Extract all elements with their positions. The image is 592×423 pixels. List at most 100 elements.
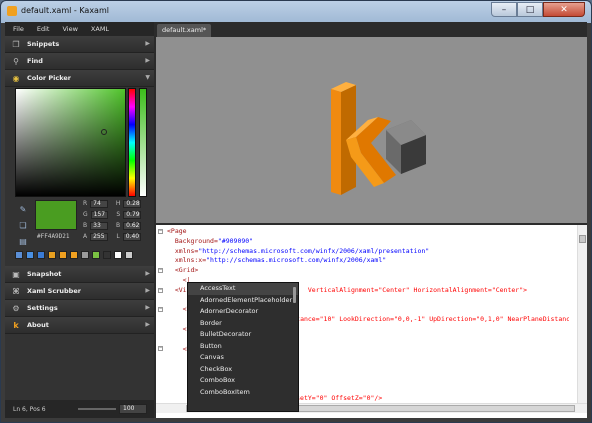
eyedropper-icon[interactable]: ✎ <box>17 203 29 215</box>
selected-color-swatch <box>35 200 77 230</box>
saturation-brightness-picker[interactable] <box>15 88 126 197</box>
left-panel: File Edit View XAML ❐ Snippets ▶ ⚲ Find … <box>5 22 154 418</box>
client-area: File Edit View XAML ❐ Snippets ▶ ⚲ Find … <box>5 22 587 418</box>
autocomplete-item[interactable]: AccessText <box>188 283 298 295</box>
close-button[interactable]: ✕ <box>543 2 585 17</box>
kaxaml-k-icon: k <box>13 320 19 330</box>
autocomplete-item[interactable]: Button <box>188 341 298 353</box>
camera-icon: ▣ <box>12 269 20 279</box>
autocomplete-item[interactable]: AdornedElementPlaceholder <box>188 295 298 307</box>
expand-arrow-icon: ▶ <box>145 270 150 277</box>
menu-view[interactable]: View <box>62 25 77 33</box>
scrubber-icon: ⌘ <box>12 286 20 296</box>
picker-handle[interactable] <box>101 129 107 135</box>
snippets-icon: ❐ <box>12 39 20 49</box>
popup-scroll-thumb[interactable] <box>293 287 296 303</box>
expand-arrow-icon: ▶ <box>145 57 150 64</box>
autocomplete-item[interactable]: AdornerDecorator <box>188 306 298 318</box>
settings-label: Settings <box>27 304 58 312</box>
palette-swatch[interactable] <box>92 251 100 259</box>
autocomplete-popup[interactable]: AccessText AdornedElementPlaceholder Adorn… <box>187 282 299 412</box>
g-field[interactable]: 157 <box>90 210 109 219</box>
palette-swatch[interactable] <box>48 251 56 259</box>
expand-arrow-icon: ▶ <box>145 287 150 294</box>
tab-bar: default.xaml* <box>156 22 587 37</box>
menu-edit[interactable]: Edit <box>37 25 50 33</box>
fold-toggle[interactable]: − <box>158 229 163 234</box>
code-line: xmlns:x="http://schemas.microsoft.com/wi… <box>167 256 387 265</box>
xaml-scrubber-header[interactable]: ⌘ Xaml Scrubber ▶ <box>5 283 154 300</box>
palette-swatch[interactable] <box>59 251 67 259</box>
window-title: default.xaml - Kaxaml <box>21 6 109 15</box>
snippets-label: Snippets <box>27 40 60 48</box>
code-line: Background="#909090" <box>167 236 254 245</box>
binoculars-icon: ⚲ <box>13 56 19 66</box>
palette-swatch[interactable] <box>103 251 111 259</box>
settings-header[interactable]: ⚙ Settings ▶ <box>5 300 154 317</box>
title-bar: default.xaml - Kaxaml – □ ✕ <box>1 1 591 21</box>
snippets-header[interactable]: ❐ Snippets ▶ <box>5 36 154 53</box>
code-line: <Page <box>167 227 187 235</box>
color-picker-label: Color Picker <box>27 74 72 82</box>
color-values: R 74 H 0.28 G 157 S 0.79 B 33 B 0.62 A 255 L 0.40 <box>83 199 141 241</box>
menu-bar: File Edit View XAML <box>5 22 154 36</box>
copy-icon[interactable]: ❏ <box>17 219 29 231</box>
code-line: xmlns="http://schemas.microsoft.com/winf… <box>167 246 430 255</box>
code-line: <Grid> <box>167 266 199 275</box>
s-field[interactable]: 0.79 <box>123 210 141 219</box>
palette-swatch[interactable] <box>26 251 34 259</box>
xaml-preview <box>156 37 587 223</box>
app-window: default.xaml - Kaxaml – □ ✕ File Edit Vi… <box>0 0 592 423</box>
zoom-slider[interactable] <box>78 408 116 410</box>
l-field[interactable]: 0.40 <box>122 232 141 241</box>
xaml-scrubber-label: Xaml Scrubber <box>27 287 81 295</box>
color-palette <box>15 251 133 259</box>
about-header[interactable]: k About ▶ <box>5 317 154 334</box>
fold-toggle[interactable]: − <box>158 288 163 293</box>
palette-icon[interactable]: ▤ <box>17 235 29 247</box>
alpha-slider[interactable] <box>139 88 147 197</box>
menu-file[interactable]: File <box>13 25 24 33</box>
autocomplete-item[interactable]: ComboBox <box>188 375 298 387</box>
r-field[interactable]: 74 <box>90 199 108 208</box>
b-field[interactable]: 33 <box>90 221 108 230</box>
bv-field[interactable]: 0.62 <box>123 221 141 230</box>
color-wheel-icon: ◉ <box>12 73 20 83</box>
autocomplete-item[interactable]: ComboBoxItem <box>188 387 298 399</box>
find-label: Find <box>27 57 43 65</box>
vertical-scrollbar[interactable] <box>577 225 587 403</box>
hex-value[interactable]: #FF4A9D21 <box>37 233 70 240</box>
collapse-arrow-icon: ▼ <box>145 74 150 81</box>
fold-toggle[interactable]: − <box>158 307 163 312</box>
a-field[interactable]: 255 <box>90 232 109 241</box>
color-picker-header[interactable]: ◉ Color Picker ▼ <box>5 70 154 87</box>
autocomplete-item[interactable]: CheckBox <box>188 364 298 376</box>
palette-swatch[interactable] <box>125 251 133 259</box>
autocomplete-item[interactable]: BulletDecorator <box>188 329 298 341</box>
minimize-button[interactable]: – <box>491 2 517 17</box>
tab-default-xaml[interactable]: default.xaml* <box>157 24 212 37</box>
maximize-button[interactable]: □ <box>517 2 543 17</box>
palette-swatch[interactable] <box>81 251 89 259</box>
h-field[interactable]: 0.28 <box>123 199 141 208</box>
autocomplete-item[interactable]: Border <box>188 318 298 330</box>
zoom-select[interactable]: 100 <box>119 404 147 414</box>
scroll-thumb[interactable] <box>579 235 586 243</box>
fold-toggle[interactable]: − <box>158 268 163 273</box>
palette-swatch[interactable] <box>37 251 45 259</box>
kaxaml-3d-logo <box>331 82 426 195</box>
expand-arrow-icon: ▶ <box>145 304 150 311</box>
menu-xaml[interactable]: XAML <box>91 25 109 33</box>
palette-swatch[interactable] <box>15 251 23 259</box>
fold-gutter: − − − − − <box>156 225 166 403</box>
cursor-position: Ln 6, Pos 6 <box>13 405 46 413</box>
palette-swatch[interactable] <box>70 251 78 259</box>
status-bar: Ln 6, Pos 6 100 <box>5 400 154 418</box>
find-header[interactable]: ⚲ Find ▶ <box>5 53 154 70</box>
autocomplete-item[interactable]: Canvas <box>188 352 298 364</box>
about-label: About <box>27 321 49 329</box>
palette-swatch[interactable] <box>114 251 122 259</box>
fold-toggle[interactable]: − <box>158 346 163 351</box>
hue-slider[interactable] <box>128 88 136 197</box>
snapshot-header[interactable]: ▣ Snapshot ▶ <box>5 266 154 283</box>
